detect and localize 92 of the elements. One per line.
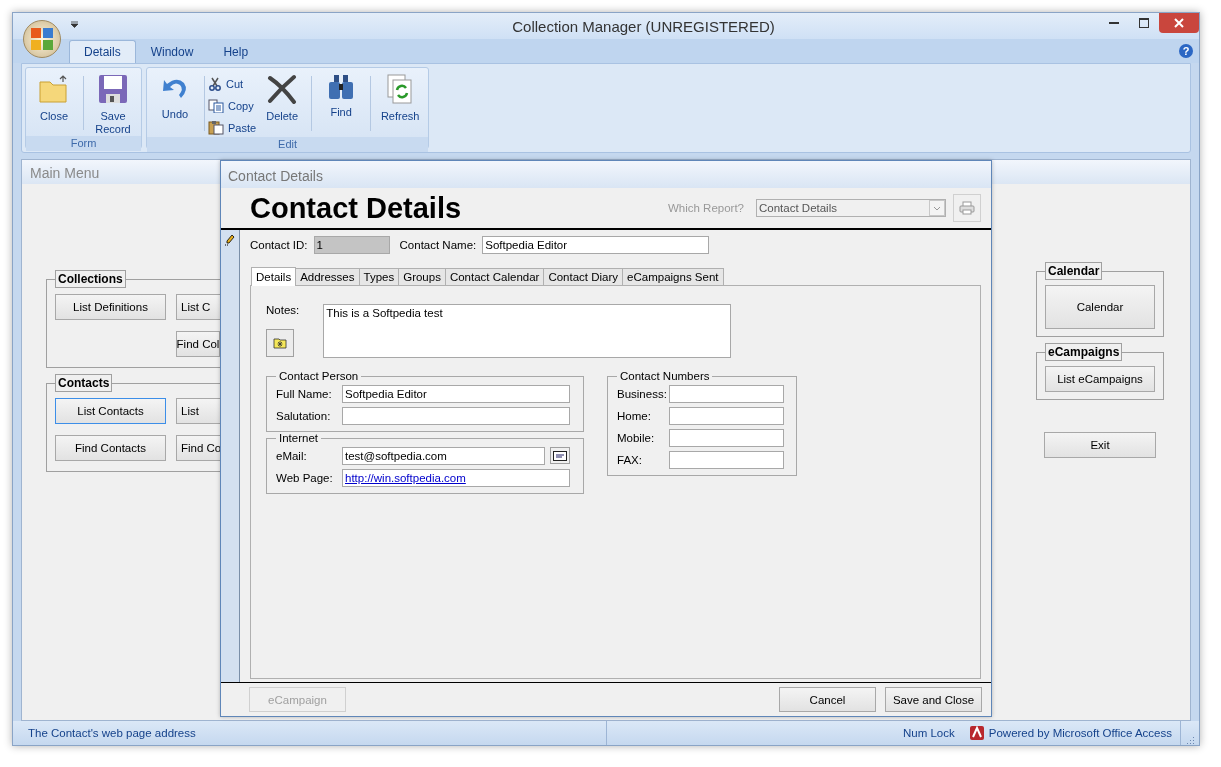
folder-icon (38, 74, 70, 104)
input-field[interactable]: test@softpedia.com (342, 446, 545, 465)
form-button[interactable]: Cancel (779, 687, 876, 712)
group-title: Contact Person (278, 370, 360, 382)
field-label: Contact Name: (399, 239, 477, 251)
input-field[interactable] (669, 384, 784, 403)
menu-button[interactable]: List eCampaigns (1045, 366, 1155, 392)
copy-icon (208, 98, 224, 113)
field-label: Contact ID: (250, 239, 308, 251)
tab[interactable]: Contact Calendar (444, 268, 545, 285)
group-title: Calendar (1045, 262, 1103, 280)
minimize-icon (1109, 21, 1119, 25)
ribbon-button[interactable]: Undo (149, 70, 201, 137)
field-label: Salutation: (276, 409, 332, 422)
menu-button[interactable]: List (176, 398, 220, 424)
input-field[interactable]: Softpedia Editor (342, 384, 570, 403)
group-title: Contacts (55, 374, 113, 392)
menu-button[interactable]: List Contacts (55, 398, 166, 424)
ribbon-button[interactable]: Find (315, 70, 368, 137)
office-logo-icon (30, 27, 54, 51)
cross-icon (267, 74, 298, 104)
tab[interactable]: Addresses (295, 268, 360, 285)
tab[interactable]: eCampaigns Sent (622, 268, 724, 285)
group-title: eCampaigns (1045, 343, 1123, 361)
ribbon-button[interactable]: Delete (256, 70, 309, 137)
menu-button[interactable]: List C (176, 294, 220, 320)
maximize-icon (1139, 18, 1149, 28)
ribbon-tab[interactable]: Help (208, 40, 264, 63)
ribbon-tab[interactable]: Window (135, 40, 209, 63)
form-heading: Contact Details (250, 191, 463, 225)
envelope-icon (553, 450, 567, 461)
ribbon-tab[interactable]: Details (69, 40, 136, 63)
group-label: Edit (147, 137, 429, 152)
window-title: Contact Details (221, 161, 991, 188)
field-label: Notes: (266, 304, 300, 316)
menu-button[interactable]: Find Col (176, 331, 220, 357)
input-field[interactable] (669, 428, 784, 447)
tab[interactable]: Groups (398, 268, 446, 285)
field-label: Web Page: (276, 471, 334, 484)
pencil-icon (225, 234, 235, 246)
input-field[interactable]: Softpedia Editor (482, 236, 710, 254)
folder-star-icon (273, 337, 287, 349)
access-logo-icon (968, 725, 985, 741)
field-label: Full Name: (276, 387, 333, 400)
close-button[interactable] (1159, 13, 1199, 33)
ribbon-button[interactable]: Copy (208, 96, 257, 115)
group-title: Contact Numbers (619, 370, 711, 382)
field-label: Mobile: (617, 431, 656, 444)
exit-button[interactable]: Exit (1044, 432, 1156, 458)
ribbon-button[interactable]: Close (28, 70, 80, 136)
ribbon-button[interactable]: Refresh (374, 70, 427, 137)
ribbon-button[interactable]: Paste (208, 118, 257, 137)
refresh-document-icon (387, 74, 414, 104)
input-field[interactable] (669, 406, 784, 425)
clipboard-icon (208, 120, 224, 135)
status-message: The Contact's web page address (13, 721, 607, 745)
powered-by-text: Powered by Microsoft Office Access (988, 727, 1172, 739)
input-field[interactable]: 1 (313, 236, 390, 254)
folder-button[interactable] (266, 329, 294, 357)
menu-button[interactable]: Find Contacts (55, 435, 166, 461)
field-label: Which Report? (667, 202, 744, 214)
num-lock-indicator: Num Lock (903, 727, 955, 739)
help-button[interactable]: ? (1179, 44, 1193, 58)
field-label: Business: (617, 387, 668, 400)
input-field[interactable] (669, 450, 784, 469)
ribbon-button[interactable]: Save Record (87, 70, 139, 136)
tab[interactable]: Contact Diary (543, 268, 624, 285)
field-label: Home: (617, 409, 652, 422)
field-label: eMail: (276, 449, 308, 462)
close-icon (1174, 18, 1184, 28)
tab[interactable]: Details (251, 267, 297, 286)
dropdown-icon[interactable] (71, 21, 78, 28)
printer-icon (959, 201, 975, 215)
group-title: Collections (55, 270, 126, 288)
menu-button[interactable]: List Definitions (55, 294, 166, 320)
print-button[interactable] (953, 194, 981, 222)
group-title: Internet (278, 432, 319, 444)
input-field[interactable] (342, 406, 570, 425)
chevron-down-icon (929, 200, 945, 216)
field-label: FAX: (617, 453, 643, 466)
ribbon-button[interactable]: Cut (208, 74, 257, 93)
notes-field[interactable]: This is a Softpedia test (323, 304, 732, 358)
form-button[interactable]: Save and Close (885, 687, 982, 712)
resize-grip-icon[interactable] (1185, 735, 1195, 745)
group-label: Form (26, 136, 141, 151)
scissors-icon (208, 76, 222, 91)
menu-button[interactable]: Calendar (1045, 285, 1155, 329)
binoculars-icon (327, 74, 356, 100)
email-button[interactable] (550, 447, 570, 464)
report-dropdown[interactable]: Contact Details (756, 199, 946, 217)
window-title: Collection Manager (UNREGISTERED) (511, 17, 776, 35)
tab[interactable]: Types (358, 268, 400, 285)
